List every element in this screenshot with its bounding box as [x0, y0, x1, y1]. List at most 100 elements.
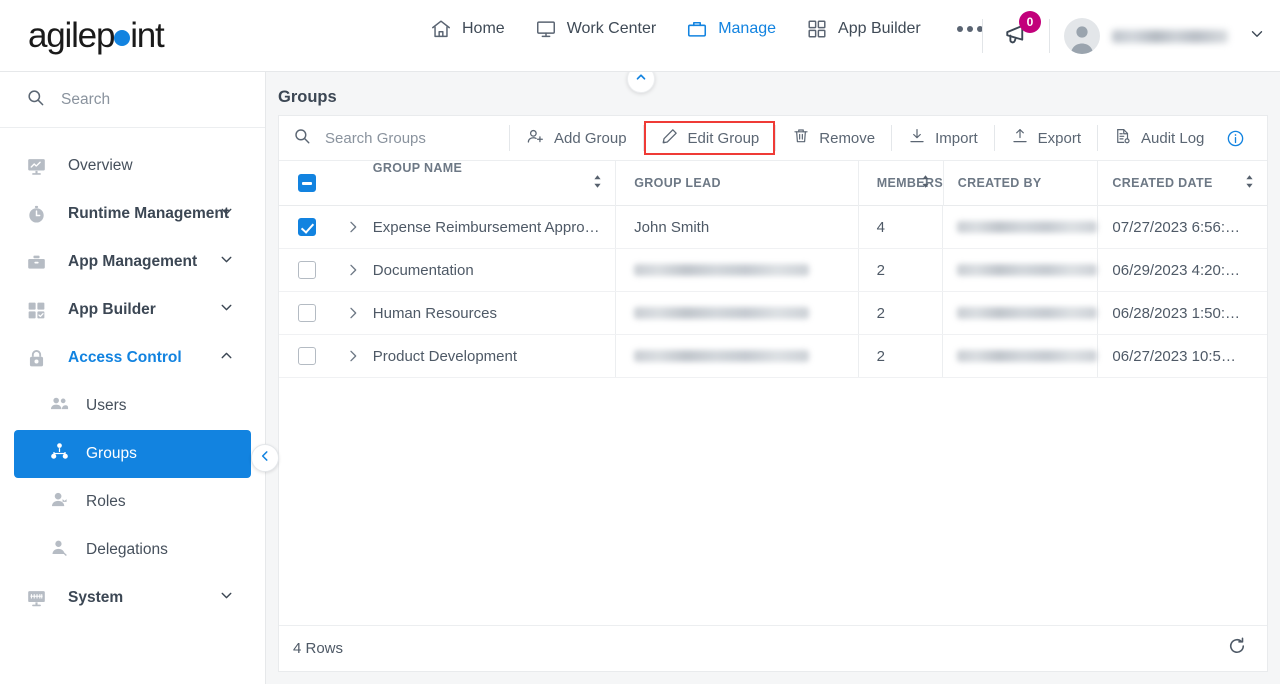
audit-log-label: Audit Log — [1141, 129, 1205, 147]
group-tree-icon — [49, 441, 70, 467]
refresh-icon — [1227, 636, 1247, 661]
import-button[interactable]: Import — [892, 120, 994, 156]
remove-label: Remove — [819, 129, 876, 147]
cell-created-date: 06/28/2023 1:50:… — [1097, 292, 1267, 334]
search-groups-input[interactable] — [323, 128, 493, 148]
sort-icon[interactable] — [920, 174, 931, 192]
table-row[interactable]: Product Development 2 06/27/2023 10:5… — [279, 335, 1267, 378]
table-row[interactable]: Documentation 2 06/29/2023 4:20:… — [279, 249, 1267, 292]
sidebar-label-access-control: Access Control — [68, 349, 182, 366]
sidebar-item-roles[interactable]: Roles — [14, 478, 251, 526]
cell-group-lead: John Smith — [615, 206, 857, 248]
column-header-created-by[interactable]: CREATED BY — [942, 160, 1098, 206]
column-header-created-date[interactable]: CREATED DATE — [1097, 160, 1267, 206]
user-menu-chevron-down-icon[interactable] — [1248, 25, 1266, 48]
column-label-created-by: CREATED BY — [957, 176, 1042, 190]
cell-members: 2 — [857, 335, 943, 377]
nav-item-home[interactable]: Home — [430, 18, 505, 40]
groups-table: GROUP NAME GROUP LEAD MEMBERS CREATED BY… — [279, 160, 1267, 378]
sidebar-collapse-button[interactable] — [251, 444, 279, 472]
sidebar-item-runtime-management[interactable]: Runtime Management — [0, 190, 265, 238]
chevron-right-icon — [350, 350, 357, 362]
cell-created-by — [942, 206, 1098, 248]
user-role-icon — [49, 489, 70, 515]
export-button[interactable]: Export — [995, 120, 1097, 156]
chevron-down-icon[interactable] — [218, 251, 235, 273]
sidebar-label-groups: Groups — [86, 445, 137, 462]
sidebar-search-input[interactable] — [59, 89, 229, 110]
row-expand-button[interactable] — [335, 348, 371, 364]
select-all-checkbox[interactable] — [297, 174, 316, 192]
audit-log-icon — [1114, 127, 1132, 149]
sidebar-item-access-control[interactable]: Access Control — [0, 334, 265, 382]
column-label-created-date: CREATED DATE — [1112, 176, 1213, 190]
user-avatar-icon — [1071, 26, 1093, 54]
chevron-right-icon — [350, 264, 357, 276]
sort-icon[interactable] — [1244, 174, 1255, 192]
header-divider-2 — [1049, 19, 1050, 53]
agilepoint-logo[interactable]: agilep int — [28, 15, 165, 56]
groups-panel: Add Group Edit Group — [278, 115, 1268, 672]
sidebar-search[interactable] — [0, 72, 265, 128]
sidebar-item-users[interactable]: Users — [14, 382, 251, 430]
main-navigation: Home Work Center Manage App Builder — [430, 18, 989, 40]
chevron-up-icon[interactable] — [218, 347, 235, 369]
redacted-value — [957, 264, 1098, 276]
sidebar-item-groups[interactable]: Groups — [14, 430, 251, 478]
audit-log-button[interactable]: Audit Log — [1098, 120, 1220, 156]
avatar[interactable] — [1064, 18, 1100, 54]
add-group-button[interactable]: Add Group — [510, 120, 643, 156]
column-label-group-name: GROUP NAME — [372, 160, 463, 175]
nav-label-app-builder: App Builder — [838, 20, 921, 37]
sidebar-label-runtime-management: Runtime Management — [68, 205, 230, 222]
top-header: agilep int Home Work Center Manage App B… — [0, 0, 1280, 72]
column-header-group-lead[interactable]: GROUP LEAD — [615, 160, 857, 206]
row-checkbox[interactable] — [297, 218, 316, 236]
column-header-group-name[interactable]: GROUP NAME — [371, 161, 615, 206]
row-select-cell — [279, 261, 335, 279]
sidebar-item-delegations[interactable]: Delegations — [14, 526, 251, 574]
sidebar-item-app-management[interactable]: App Management — [0, 238, 265, 286]
chevron-down-icon[interactable] — [218, 299, 235, 321]
sidebar-item-system[interactable]: System — [0, 574, 265, 622]
sidebar: Overview Runtime Management — [0, 72, 279, 684]
remove-button[interactable]: Remove — [776, 120, 891, 156]
row-checkbox[interactable] — [297, 347, 316, 365]
sidebar-label-app-management: App Management — [68, 253, 198, 270]
row-expand-button[interactable] — [335, 262, 371, 278]
user-delegate-icon — [49, 537, 70, 563]
column-label-group-lead: GROUP LEAD — [634, 176, 721, 190]
row-checkbox[interactable] — [297, 261, 316, 279]
edit-group-button[interactable]: Edit Group — [643, 121, 776, 155]
sidebar-item-overview[interactable]: Overview — [0, 142, 265, 190]
column-header-members[interactable]: MEMBERS — [857, 160, 943, 206]
nav-item-app-builder[interactable]: App Builder — [806, 18, 921, 40]
chevron-down-icon[interactable] — [218, 587, 235, 609]
sidebar-item-app-builder[interactable]: App Builder — [0, 286, 265, 334]
chevron-right-icon — [350, 307, 357, 319]
table-row[interactable]: Human Resources 2 06/28/2023 1:50:… — [279, 292, 1267, 335]
redacted-value — [957, 350, 1098, 362]
chevron-down-icon[interactable] — [218, 203, 235, 225]
row-checkbox[interactable] — [297, 304, 316, 322]
clock-icon — [26, 204, 52, 225]
row-expand-button[interactable] — [335, 219, 371, 235]
content-area: Groups Search Groups Add Group Edit Grou… — [266, 65, 1280, 684]
logo-text-part1: agilep — [28, 15, 115, 55]
search-groups-field[interactable] — [279, 127, 509, 150]
table-row[interactable]: Expense Reimbursement Appro… John Smith … — [279, 206, 1267, 249]
sort-icon[interactable] — [592, 174, 603, 192]
cell-created-by — [942, 249, 1098, 291]
groups-toolbar: Add Group Edit Group — [279, 116, 1267, 161]
row-count-label: 4 Rows — [293, 640, 344, 657]
cell-group-name: Expense Reimbursement Appro… — [372, 218, 600, 236]
home-icon — [430, 18, 452, 40]
sidebar-label-app-builder: App Builder — [68, 301, 156, 318]
info-icon[interactable] — [1226, 129, 1245, 148]
notifications-button[interactable]: 0 — [997, 10, 1041, 58]
refresh-button[interactable] — [1227, 636, 1247, 661]
megaphone-icon — [1001, 24, 1031, 53]
nav-item-work-center[interactable]: Work Center — [535, 18, 656, 40]
nav-item-manage[interactable]: Manage — [686, 18, 776, 40]
row-expand-button[interactable] — [335, 305, 371, 321]
